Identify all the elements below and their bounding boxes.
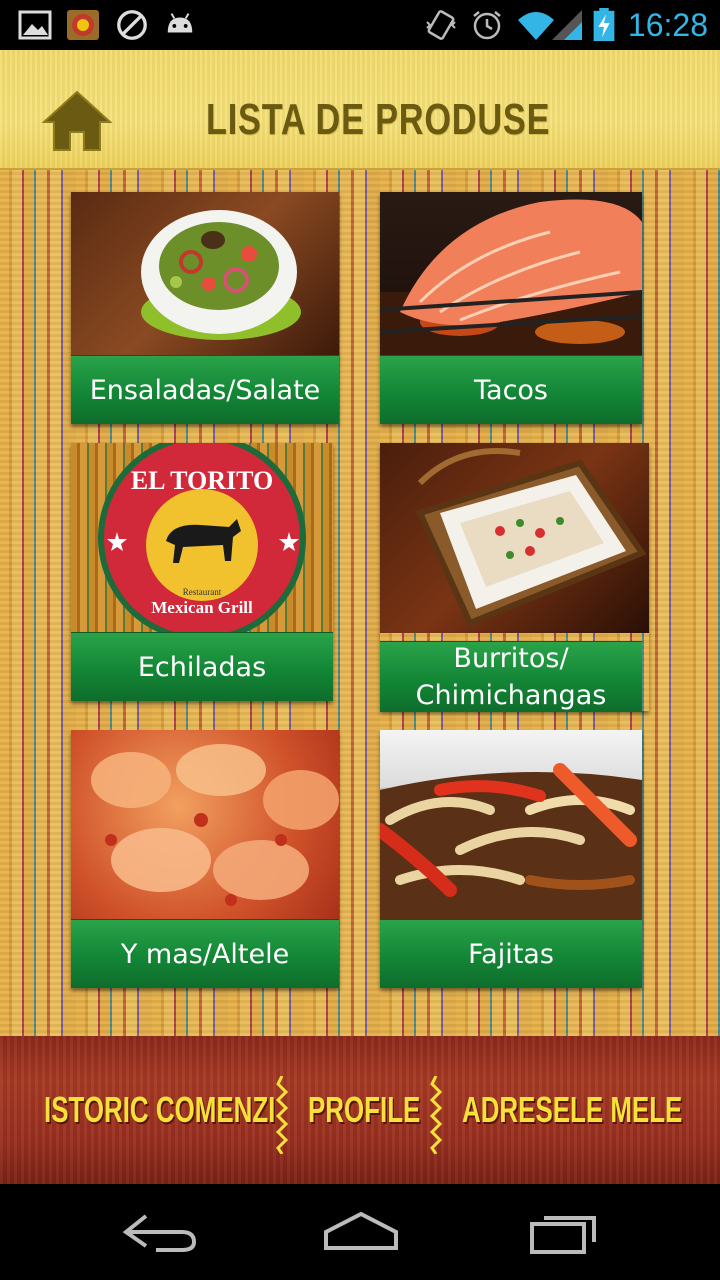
battery-charging-icon [593, 8, 615, 42]
bottom-nav: ISTORIC COMENZI PROFILE ADRESELE MELE [0, 1036, 720, 1184]
nav-separator [430, 1076, 442, 1154]
android-icon [167, 13, 193, 33]
shrimp-photo [71, 730, 339, 920]
logo-restaurant: Restaurant [183, 587, 222, 597]
app-header: LISTA DE PRODUSE [0, 50, 720, 170]
nav-addresses-link[interactable]: ADRESELE MELE [462, 1088, 682, 1132]
logo-subtext: Mexican Grill [151, 598, 253, 617]
recent-apps-icon[interactable] [520, 1206, 610, 1256]
tile-label: Fajitas [380, 919, 642, 988]
tile-label: Y mas/Altele [71, 919, 339, 988]
tile-label: Burritos/Chimichangas [380, 641, 642, 712]
logo-text: EL TORITO [131, 466, 273, 495]
tile-label: Tacos [380, 355, 642, 424]
nav-profile-link[interactable]: PROFILE [308, 1088, 420, 1132]
salad-photo [71, 192, 339, 356]
status-bar: 16:28 [0, 0, 720, 50]
alarm-icon [473, 11, 501, 40]
burrito-photo [380, 443, 649, 633]
nav-separator [276, 1076, 288, 1154]
salmon-photo [380, 192, 642, 356]
product-tile-echiladas[interactable]: EL TORITO Mexican Grill Restaurant Echil… [71, 443, 333, 701]
clock: 16:28 [627, 7, 708, 43]
product-tile-y-mas[interactable]: Y mas/Altele [71, 730, 339, 988]
back-icon[interactable] [116, 1206, 206, 1256]
blocked-icon [117, 10, 147, 40]
product-tile-burritos[interactable]: Burritos/Chimichangas [380, 443, 649, 712]
page-title: LISTA DE PRODUSE [206, 95, 551, 144]
signal-icon [552, 10, 582, 40]
vibrate-icon [426, 10, 456, 40]
product-tile-tacos[interactable]: Tacos [380, 192, 642, 424]
product-tile-fajitas[interactable]: Fajitas [380, 730, 642, 988]
home-icon[interactable] [40, 88, 114, 152]
tile-label: Echiladas [71, 632, 333, 701]
product-tile-ensaladas[interactable]: Ensaladas/Salate [71, 192, 339, 424]
home-outline-icon[interactable] [316, 1206, 406, 1256]
system-nav-bar [0, 1184, 720, 1280]
product-grid: Ensaladas/Salate Tacos EL TORITO Mexican… [0, 170, 720, 1036]
app-logo-icon [67, 10, 99, 40]
el-torito-logo: EL TORITO Mexican Grill Restaurant [71, 443, 333, 633]
nav-history-link[interactable]: ISTORIC COMENZI [44, 1088, 275, 1132]
gallery-icon [18, 10, 52, 40]
tile-label: Ensaladas/Salate [71, 355, 339, 424]
fajitas-photo [380, 730, 642, 920]
